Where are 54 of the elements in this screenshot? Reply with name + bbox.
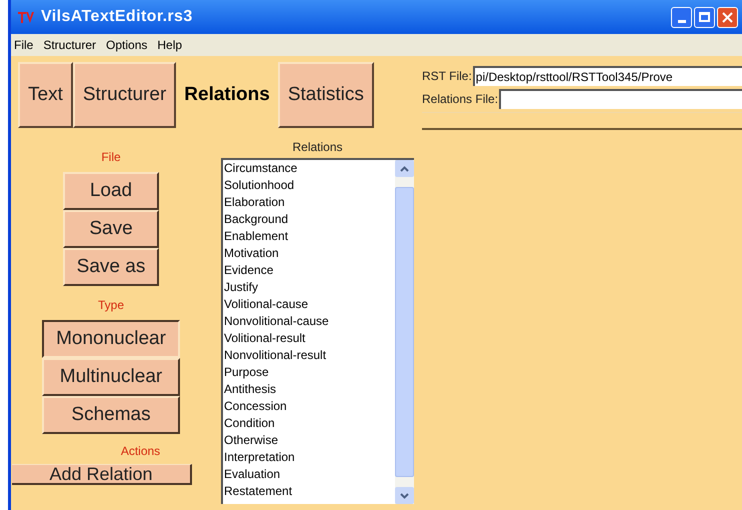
list-item[interactable]: Elaboration xyxy=(224,194,395,211)
list-item[interactable]: Antithesis xyxy=(224,381,395,398)
menu-item[interactable]: Options xyxy=(106,36,148,54)
window-title: VilsATextEditor.rs3 xyxy=(41,7,193,27)
app-logo-icon xyxy=(17,10,35,24)
close-button[interactable] xyxy=(717,6,738,28)
list-item[interactable]: Condition xyxy=(224,415,395,432)
list-item[interactable]: Enablement xyxy=(224,228,395,245)
close-icon xyxy=(722,12,733,22)
minimize-button[interactable] xyxy=(671,6,692,28)
list-item[interactable]: Solutionhood xyxy=(224,177,395,194)
menu-item[interactable]: Help xyxy=(157,36,182,54)
type-option[interactable]: Mononuclear xyxy=(42,320,180,358)
field-label: Relations File: xyxy=(422,91,498,108)
action-button[interactable]: Add Relation xyxy=(12,464,192,485)
scroll-up-button[interactable] xyxy=(395,160,414,177)
list-heading: Relations xyxy=(292,139,343,156)
tab[interactable]: Statistics xyxy=(278,62,374,128)
file-button[interactable]: Save as xyxy=(63,248,159,286)
field-label: RST File: xyxy=(422,68,472,85)
scroll-thumb[interactable] xyxy=(395,187,414,477)
section-heading: File xyxy=(101,149,121,166)
section-heading: Actions xyxy=(120,443,160,460)
list-item[interactable]: Background xyxy=(224,211,395,228)
scrollbar[interactable] xyxy=(395,160,414,504)
list-item[interactable]: Nonvolitional-cause xyxy=(224,313,395,330)
list-item[interactable]: Volitional-cause xyxy=(224,296,395,313)
type-option[interactable]: Multinuclear xyxy=(42,358,180,396)
tab[interactable]: Relations xyxy=(176,62,278,128)
tab[interactable]: Structurer xyxy=(72,62,176,128)
list-item[interactable]: Volitional-result xyxy=(224,330,395,347)
file-button[interactable]: Save xyxy=(63,210,159,248)
list-item[interactable]: Nonvolitional-result xyxy=(224,347,395,364)
list-item[interactable]: Interpretation xyxy=(224,449,395,466)
list-item[interactable]: Motivation xyxy=(224,245,395,262)
list-item[interactable]: Evidence xyxy=(224,262,395,279)
menu-item[interactable]: Structurer xyxy=(43,36,96,54)
tab[interactable]: Text xyxy=(18,62,73,128)
list-item[interactable]: Evaluation xyxy=(224,466,395,483)
type-option[interactable]: Schemas xyxy=(42,396,180,434)
scroll-down-button[interactable] xyxy=(395,487,414,504)
relations-list[interactable] xyxy=(221,158,414,504)
list-item[interactable]: Concession xyxy=(224,398,395,415)
list-item[interactable]: Otherwise xyxy=(224,432,395,449)
file-button[interactable]: Load xyxy=(63,172,159,210)
file-path-field[interactable] xyxy=(499,89,742,109)
list-item[interactable]: Restatement xyxy=(224,483,395,500)
list-item[interactable]: Purpose xyxy=(224,364,395,381)
list-item[interactable]: Circumstance xyxy=(224,160,395,177)
maximize-button[interactable] xyxy=(694,6,715,28)
section-heading: Type xyxy=(98,297,124,314)
list-item[interactable]: Justify xyxy=(224,279,395,296)
file-path-field[interactable]: pi/Desktop/rsttool/RSTTool345/Prove xyxy=(472,66,742,86)
menu-item[interactable]: File xyxy=(14,36,34,54)
